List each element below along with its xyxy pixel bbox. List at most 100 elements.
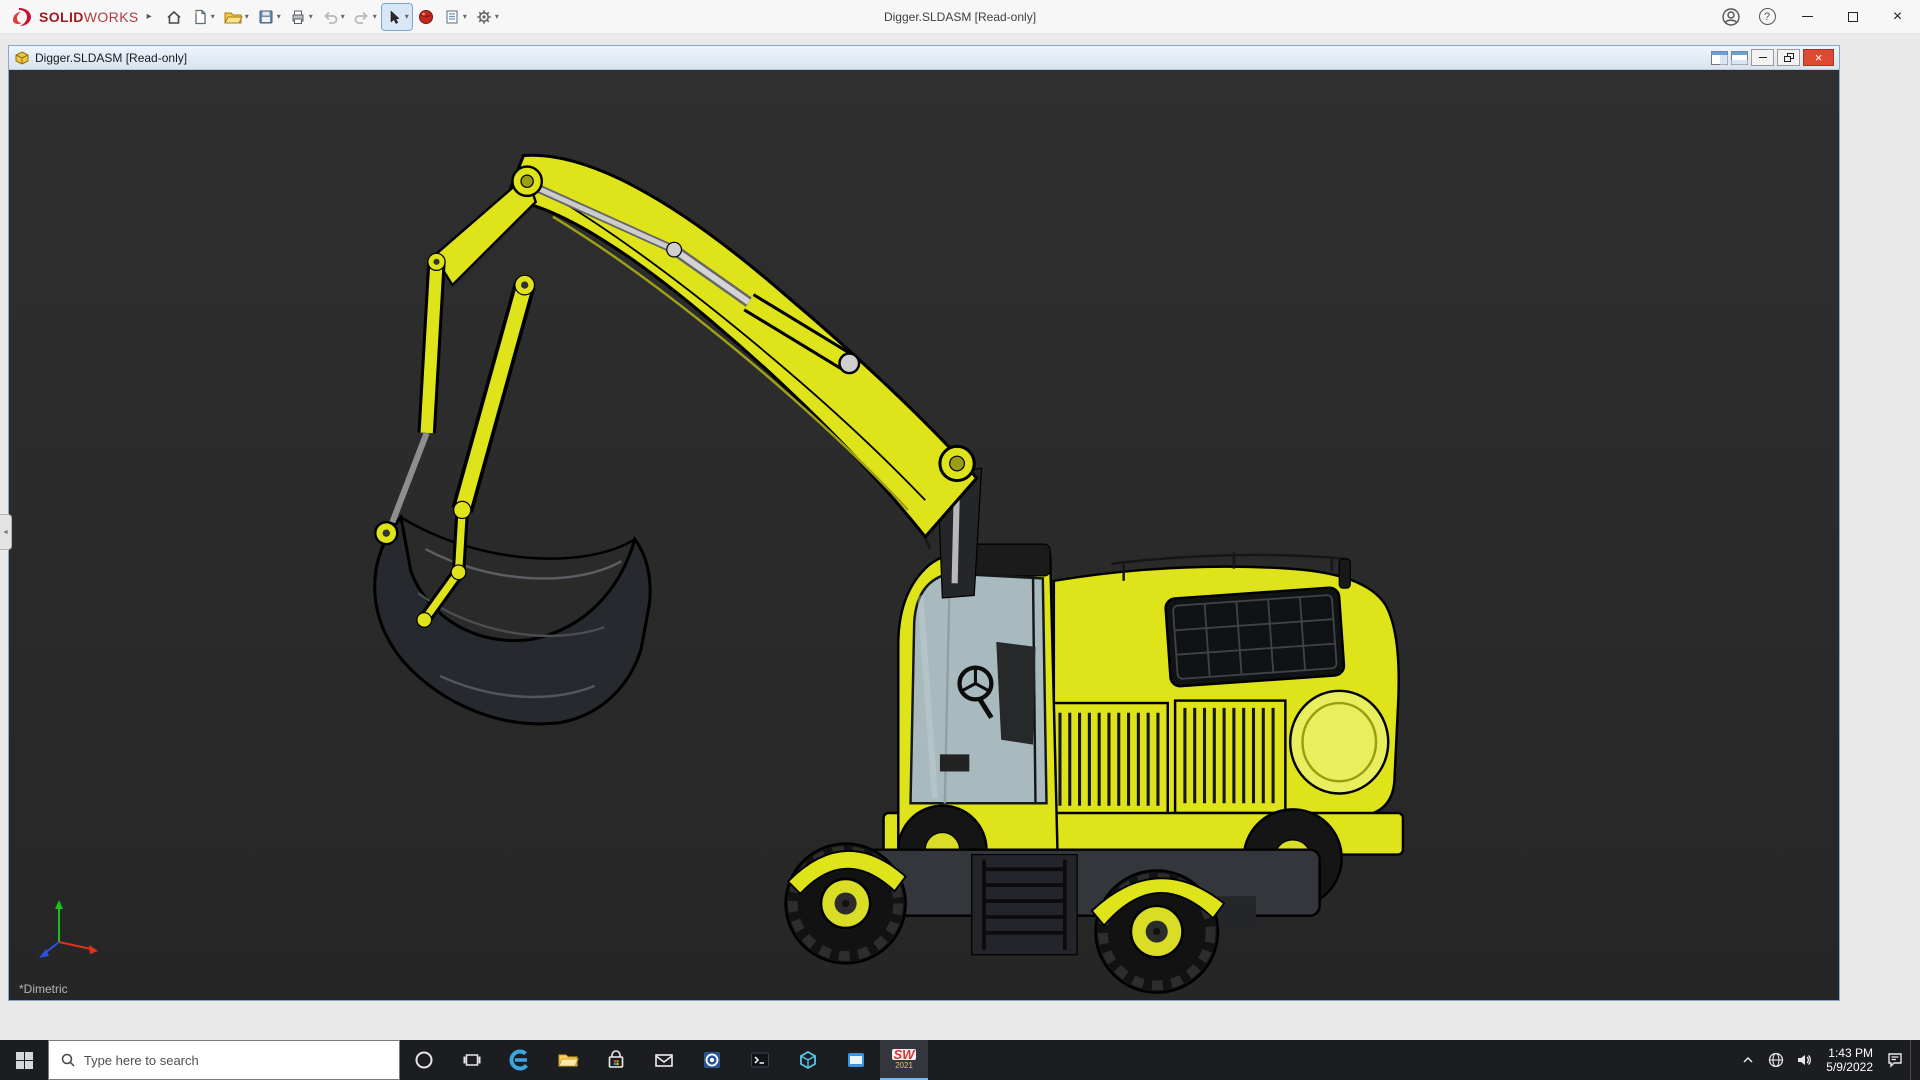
edrawings-button[interactable] — [784, 1040, 832, 1080]
photos-button[interactable] — [688, 1040, 736, 1080]
taskbar-clock[interactable]: 1:43 PM 5/9/2022 — [1819, 1046, 1880, 1074]
ds-logo-icon — [13, 7, 31, 26]
help-button[interactable]: ? — [1749, 0, 1785, 33]
minimize-button[interactable] — [1785, 0, 1830, 33]
save-icon — [259, 10, 273, 23]
select-button[interactable]: ▾ — [380, 2, 413, 31]
account-button[interactable] — [1713, 0, 1749, 33]
solidworks-brand[interactable]: SOLIDWORKS — [10, 6, 139, 28]
open-caret[interactable]: ▾ — [245, 12, 249, 21]
options-button[interactable]: ▾ — [472, 4, 502, 30]
menu-flyout-arrow[interactable]: ▸ — [147, 11, 152, 22]
mail-icon — [655, 1054, 673, 1067]
terminal-button[interactable] — [736, 1040, 784, 1080]
new-document-icon — [194, 9, 206, 24]
collapse-arrow-icon: ◄ — [2, 528, 9, 536]
undo-icon — [323, 11, 338, 24]
maximize-button[interactable] — [1830, 0, 1875, 33]
featuremanager-collapse-tab[interactable]: ◄ — [0, 514, 12, 550]
display-pane-button-1[interactable] — [1711, 50, 1728, 65]
close-button[interactable]: × — [1875, 0, 1920, 33]
document-titlebar[interactable]: Digger.SLDASM [Read-only] × — [9, 46, 1839, 70]
display-pane-button-2[interactable] — [1731, 50, 1748, 65]
volume-icon — [1798, 1055, 1812, 1065]
undo-button[interactable]: ▾ — [318, 4, 348, 30]
network-icon — [1769, 1052, 1784, 1068]
orientation-triad[interactable] — [29, 886, 109, 966]
document-window: Digger.SLDASM [Read-only] × *Dimetric — [8, 45, 1840, 1001]
appearance-button[interactable] — [414, 4, 438, 30]
home-button[interactable] — [162, 4, 186, 30]
taskbar-search[interactable] — [48, 1040, 400, 1080]
clock-time: 1:43 PM — [1828, 1046, 1873, 1060]
file-properties-button[interactable]: ▾ — [440, 4, 470, 30]
assembly-document-icon — [15, 50, 29, 65]
cab-group — [897, 509, 1059, 854]
remote-desktop-button[interactable] — [832, 1040, 880, 1080]
chevron-up-icon — [1743, 1056, 1753, 1063]
system-tray: 1:43 PM 5/9/2022 — [1735, 1040, 1920, 1080]
restore-icon — [1783, 53, 1794, 62]
clock-date: 5/9/2022 — [1826, 1060, 1873, 1074]
tray-chevron-button[interactable] — [1735, 1040, 1761, 1080]
brand-works: WORKS — [83, 8, 139, 25]
close-icon: × — [1892, 7, 1903, 25]
new-document-caret[interactable]: ▾ — [211, 12, 215, 21]
document-restore-button[interactable] — [1777, 49, 1800, 66]
action-center-button[interactable] — [1882, 1040, 1908, 1080]
document-minimize-button[interactable] — [1751, 49, 1774, 66]
select-caret[interactable]: ▾ — [405, 12, 409, 21]
cortana-icon — [415, 1051, 433, 1069]
appearance-ball-icon — [418, 9, 433, 24]
redo-caret[interactable]: ▾ — [373, 12, 377, 21]
home-icon — [167, 10, 181, 24]
start-button[interactable] — [0, 1040, 48, 1080]
3d-cube-icon — [800, 1050, 816, 1070]
select-cursor-icon — [390, 9, 400, 24]
graphics-viewport[interactable]: *Dimetric — [9, 70, 1839, 1000]
print-icon — [292, 10, 304, 24]
edge-icon — [509, 1049, 531, 1071]
print-button[interactable]: ▾ — [286, 4, 316, 30]
account-icon — [1722, 7, 1740, 26]
search-icon — [61, 1053, 75, 1067]
cortana-button[interactable] — [400, 1040, 448, 1080]
save-button[interactable]: ▾ — [254, 4, 284, 30]
windows-logo-icon — [15, 1051, 33, 1069]
options-caret[interactable]: ▾ — [495, 12, 499, 21]
volume-button[interactable] — [1791, 1040, 1817, 1080]
store-icon — [608, 1050, 624, 1068]
edge-button[interactable] — [496, 1040, 544, 1080]
main-titlebar[interactable]: SOLIDWORKS ▸ ▾ ▾ ▾ ▾ ▾ ▾ ▾ ▾ ▾ Digger.SL… — [0, 0, 1920, 34]
file-explorer-button[interactable] — [544, 1040, 592, 1080]
new-document-button[interactable]: ▾ — [188, 4, 218, 30]
mail-button[interactable] — [640, 1040, 688, 1080]
bucket-group — [373, 513, 652, 726]
close-icon: × — [1814, 50, 1823, 65]
brand-solid: SOLID — [39, 8, 84, 25]
task-view-button[interactable] — [448, 1040, 496, 1080]
search-input[interactable] — [83, 1052, 388, 1068]
solidworks-taskbar-button[interactable]: SW 2021 — [880, 1040, 928, 1080]
undo-caret[interactable]: ▾ — [341, 12, 345, 21]
task-view-icon — [463, 1054, 481, 1066]
redo-icon — [354, 11, 368, 24]
excavator-model — [373, 153, 1405, 994]
minimize-icon — [1758, 57, 1767, 58]
file-explorer-icon — [558, 1054, 579, 1067]
print-caret[interactable]: ▾ — [309, 12, 313, 21]
save-caret[interactable]: ▾ — [277, 12, 281, 21]
pane-layout-icon — [1731, 50, 1748, 65]
properties-sheet-icon — [446, 10, 458, 23]
open-button[interactable]: ▾ — [220, 4, 252, 30]
store-button[interactable] — [592, 1040, 640, 1080]
properties-caret[interactable]: ▾ — [463, 12, 467, 21]
redo-button[interactable]: ▾ — [350, 4, 380, 30]
network-button[interactable] — [1763, 1040, 1789, 1080]
quick-access-toolbar: ▾ ▾ ▾ ▾ ▾ ▾ ▾ ▾ ▾ — [162, 2, 502, 31]
terminal-icon — [751, 1052, 769, 1068]
show-desktop-button[interactable] — [1910, 1040, 1916, 1080]
minimize-icon — [1802, 16, 1813, 17]
document-close-button[interactable]: × — [1803, 49, 1834, 66]
document-title: Digger.SLDASM [Read-only] — [35, 50, 188, 65]
